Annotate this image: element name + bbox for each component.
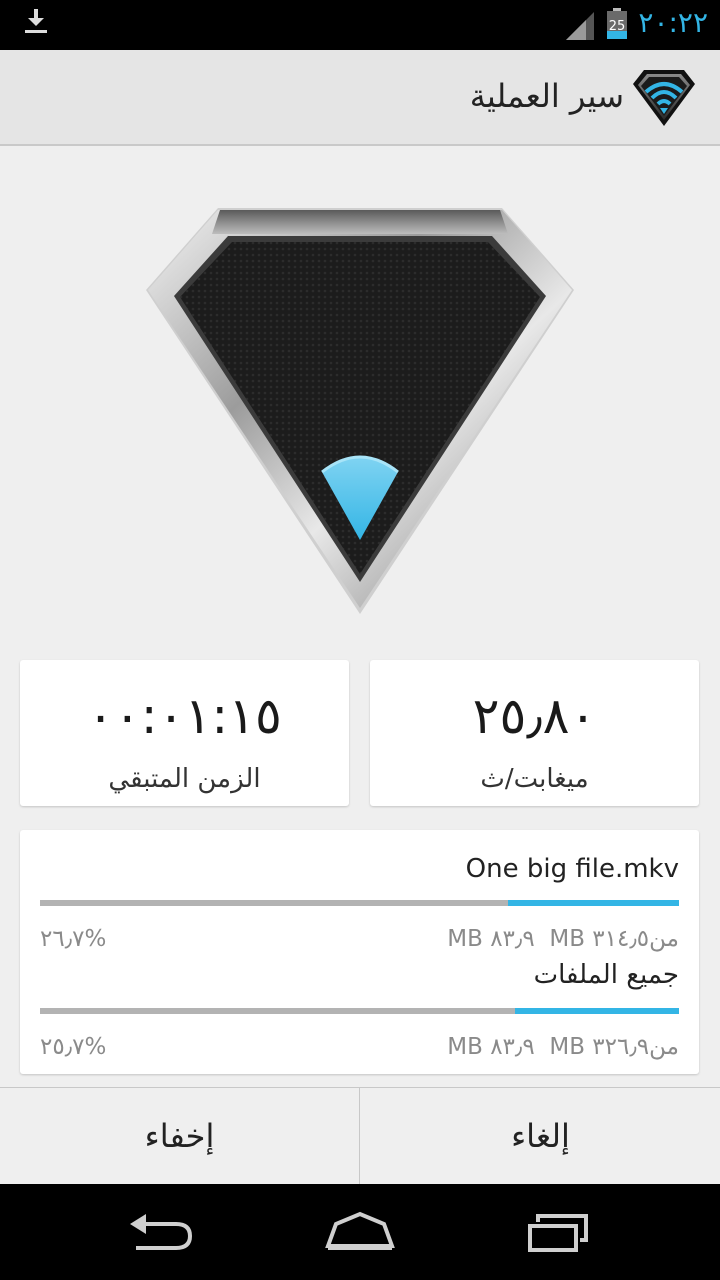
current-file-total: من٣١٤٫٥ MB: [549, 926, 679, 952]
speed-label: ميغابت/ث: [480, 764, 589, 794]
current-file-name: One big file.mkv: [465, 854, 679, 884]
signal-icon: [566, 12, 594, 40]
current-file-size: من٣١٤٫٥ MB ٨٣٫٩ MB: [447, 924, 679, 954]
home-icon[interactable]: [320, 1204, 400, 1260]
current-file-transferred: ٨٣٫٩ MB: [447, 926, 535, 952]
hide-button[interactable]: إخفاء: [0, 1088, 359, 1185]
action-bar: سير العملية: [0, 50, 720, 146]
recent-apps-icon[interactable]: [520, 1204, 600, 1260]
time-remaining-card: ٠٠:٠١:١٥ الزمن المتبقي: [20, 660, 349, 806]
all-files-percent: %٢٥٫٧: [40, 1034, 107, 1060]
navigation-bar: [0, 1184, 720, 1280]
button-divider: [359, 1088, 360, 1185]
all-files-total: من٣٢٦٫٩ MB: [549, 1034, 679, 1060]
battery-level: 25: [609, 19, 626, 34]
page-title: سير العملية: [469, 77, 624, 115]
all-files-transferred: ٨٣٫٩ MB: [447, 1034, 535, 1060]
status-bar: 25 ٢٠:٢٢: [0, 0, 720, 50]
transfer-card: One big file.mkv من٣١٤٫٥ MB ٨٣٫٩ MB %٢٦٫…: [20, 830, 699, 1074]
current-file-progress-bar: [40, 900, 679, 906]
back-icon[interactable]: [120, 1204, 200, 1260]
all-files-progress-fill: [514, 1008, 679, 1014]
cancel-button[interactable]: إلغاء: [361, 1088, 720, 1185]
battery-icon: 25: [606, 8, 628, 40]
speed-value: ٢٥٫٨٠: [472, 687, 597, 745]
download-icon: [25, 9, 47, 33]
time-remaining-label: الزمن المتبقي: [108, 764, 261, 794]
dialog-button-bar: إخفاء إلغاء: [0, 1087, 720, 1185]
all-files-size: من٣٢٦٫٩ MB ٨٣٫٩ MB: [447, 1032, 679, 1062]
current-file-progress-fill: [508, 900, 679, 906]
diamond-wifi-logo: [146, 208, 574, 614]
speed-card: ٢٥٫٨٠ ميغابت/ث: [370, 660, 699, 806]
status-clock: ٢٠:٢٢: [638, 6, 708, 39]
superbeam-wifi-icon[interactable]: [632, 68, 696, 128]
time-remaining-value: ٠٠:٠١:١٥: [87, 687, 282, 745]
current-file-percent: %٢٦٫٧: [40, 926, 107, 952]
all-files-progress-bar: [40, 1008, 679, 1014]
all-files-label: جميع الملفات: [533, 960, 679, 990]
